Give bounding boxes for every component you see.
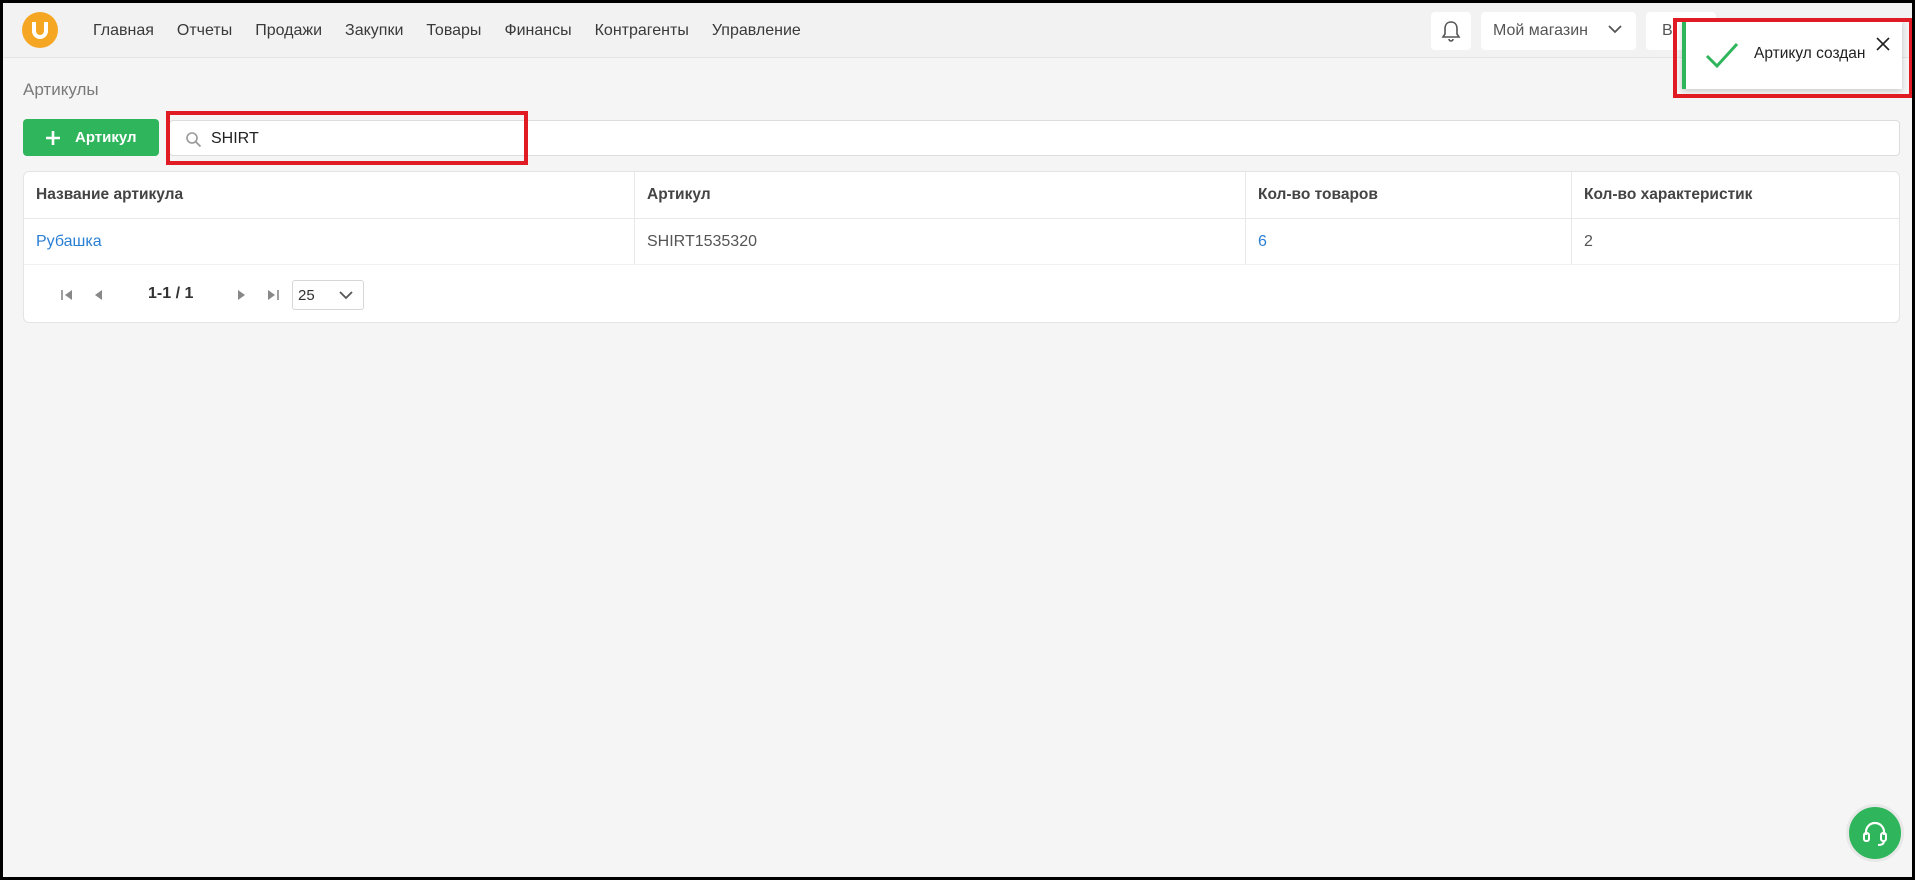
page-size-value: 25 — [298, 287, 315, 304]
table-cell-products-count: 6 — [1246, 219, 1572, 264]
logo-u-icon — [32, 22, 48, 39]
nav-item-management[interactable]: Управление — [712, 22, 801, 40]
add-article-button-label: Артикул — [75, 129, 137, 146]
app-logo[interactable] — [22, 12, 58, 48]
first-page-icon[interactable] — [60, 288, 74, 302]
plus-icon — [46, 130, 60, 145]
add-article-button[interactable]: Артикул — [23, 119, 159, 156]
main-nav: Главная Отчеты Продажи Закупки Товары Фи… — [93, 3, 824, 58]
table-header: Название артикула Артикул Кол-во товаров… — [24, 172, 1899, 219]
nav-item-sales[interactable]: Продажи — [255, 22, 322, 40]
nav-item-products[interactable]: Товары — [426, 22, 481, 40]
chevron-down-icon — [1608, 25, 1622, 34]
column-header-characteristics-count[interactable]: Кол-во характеристик — [1572, 172, 1899, 218]
bell-icon — [1441, 21, 1461, 42]
table-cell-article: SHIRT1535320 — [635, 219, 1246, 264]
notifications-button[interactable] — [1431, 12, 1471, 50]
table-cell-name: Рубашка — [24, 219, 635, 264]
support-chat-button[interactable] — [1846, 804, 1904, 862]
toast-highlight-box — [1673, 18, 1912, 98]
previous-page-icon[interactable] — [92, 288, 106, 302]
nav-item-purchases[interactable]: Закупки — [345, 22, 403, 40]
article-name-link[interactable]: Рубашка — [36, 233, 102, 251]
table-row: Рубашка SHIRT1535320 6 2 — [24, 219, 1899, 265]
search-highlight-box — [166, 111, 528, 165]
pagination: 1-1 / 1 25 — [24, 280, 1899, 310]
nav-item-finance[interactable]: Финансы — [504, 22, 571, 40]
page-size-select[interactable]: 25 — [292, 280, 364, 310]
column-header-article[interactable]: Артикул — [635, 172, 1246, 218]
chevron-down-icon — [339, 291, 353, 300]
nav-item-home[interactable]: Главная — [93, 22, 154, 40]
table-cell-characteristics-count: 2 — [1584, 232, 1593, 250]
store-selector-label: Мой магазин — [1493, 22, 1588, 39]
next-page-icon[interactable] — [234, 288, 248, 302]
header-partial-button-label: В — [1662, 22, 1673, 39]
products-count-link[interactable]: 6 — [1258, 233, 1267, 251]
column-header-products-count[interactable]: Кол-во товаров — [1246, 172, 1572, 218]
page-title: Артикулы — [23, 80, 99, 99]
nav-item-counterparties[interactable]: Контрагенты — [595, 22, 689, 40]
pagination-range: 1-1 / 1 — [148, 285, 194, 302]
top-navigation-bar: Главная Отчеты Продажи Закупки Товары Фи… — [3, 3, 1912, 58]
app-window: Главная Отчеты Продажи Закупки Товары Фи… — [3, 3, 1912, 877]
articles-table: Название артикула Артикул Кол-во товаров… — [23, 171, 1900, 323]
headset-icon — [1863, 821, 1887, 846]
store-selector[interactable]: Мой магазин — [1481, 12, 1636, 50]
last-page-icon[interactable] — [266, 288, 280, 302]
nav-item-reports[interactable]: Отчеты — [177, 22, 232, 40]
column-header-name[interactable]: Название артикула — [24, 172, 635, 218]
